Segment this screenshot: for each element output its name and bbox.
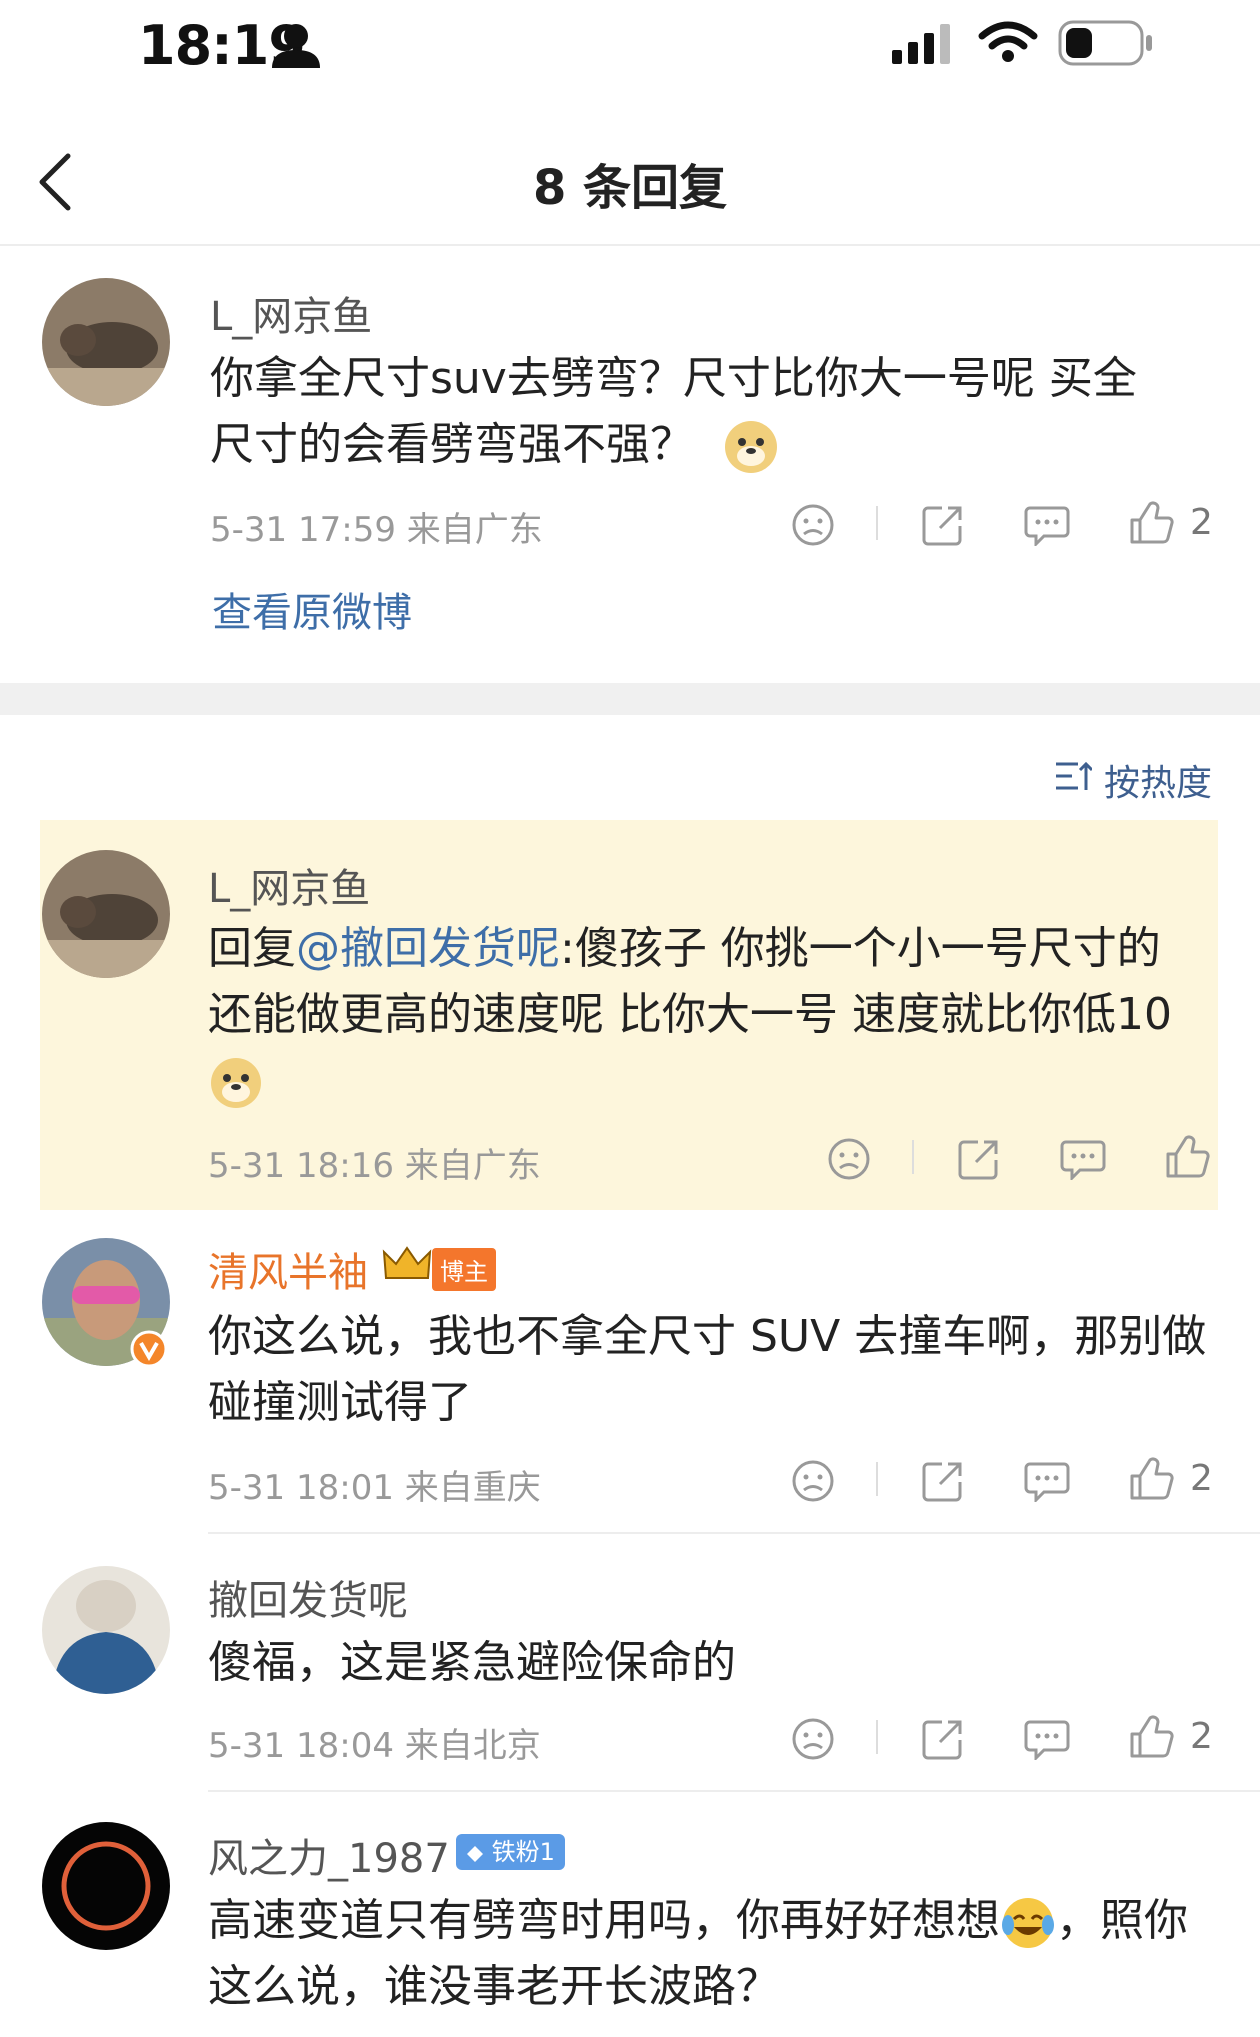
separator bbox=[876, 1720, 878, 1754]
dislike-icon[interactable] bbox=[790, 502, 836, 548]
reply-line: :傻孩子 你挑一个小一号尺寸的 bbox=[560, 923, 1161, 974]
blogger-badge: 博主 bbox=[432, 1248, 496, 1291]
reply-line: 傻福，这是紧急避险保命的 bbox=[208, 1637, 736, 1688]
comment-icon[interactable] bbox=[1024, 1460, 1070, 1502]
doge-emoji bbox=[725, 421, 777, 473]
share-icon[interactable] bbox=[920, 1716, 966, 1762]
comment-icon[interactable] bbox=[1024, 1718, 1070, 1760]
mention-link[interactable]: @撤回发货呢 bbox=[296, 923, 560, 974]
like-icon[interactable] bbox=[1128, 1456, 1174, 1502]
like-count: 2 bbox=[1190, 1458, 1213, 1499]
avatar[interactable] bbox=[42, 1566, 170, 1694]
signal-icon bbox=[892, 24, 950, 64]
reply-line: 还能做更高的速度呢 比你大一号 速度就比你低10 bbox=[208, 989, 1172, 1040]
wifi-icon bbox=[978, 21, 1038, 62]
sort-icon[interactable] bbox=[1054, 760, 1092, 794]
crown-icon bbox=[382, 1246, 432, 1279]
sort-button[interactable]: 按热度 bbox=[1104, 754, 1212, 806]
person-icon bbox=[272, 24, 320, 68]
comment-icon[interactable] bbox=[1060, 1138, 1106, 1180]
username[interactable]: L_网京鱼 bbox=[210, 284, 372, 342]
reply-prefix: 回复 bbox=[208, 923, 296, 974]
separator bbox=[912, 1140, 914, 1174]
comment-icon[interactable] bbox=[1024, 504, 1070, 546]
timestamp: 5-31 18:01 来自重庆 bbox=[208, 1468, 541, 1508]
share-icon[interactable] bbox=[920, 1458, 966, 1504]
doge-emoji bbox=[211, 1058, 261, 1108]
like-count: 2 bbox=[1190, 502, 1213, 543]
section-divider bbox=[0, 683, 1260, 715]
diamond-icon bbox=[467, 1846, 483, 1862]
reply-text: 高速变道只有劈弯时用吗，你再好好想想 ，照你 这么说，谁没事老开长波路？ bbox=[208, 1888, 1238, 2020]
divider bbox=[208, 1532, 1260, 1534]
reply-text: 回复@撤回发货呢:傻孩子 你挑一个小一号尺寸的 还能做更高的速度呢 比你大一号 … bbox=[208, 916, 1208, 1114]
comment-text: 你拿全尺寸suv去劈弯？尺寸比你大一号呢 买全 尺寸的会看劈弯强不强？ bbox=[210, 346, 1210, 478]
share-icon[interactable] bbox=[956, 1136, 1002, 1182]
avatar[interactable] bbox=[42, 850, 170, 978]
like-icon[interactable] bbox=[1164, 1134, 1210, 1180]
timestamp: 5-31 18:04 来自北京 bbox=[208, 1726, 541, 1766]
share-icon[interactable] bbox=[920, 502, 966, 548]
comment-line: 尺寸的会看劈弯强不强？ bbox=[210, 419, 694, 470]
username[interactable]: 清风半袖 bbox=[208, 1240, 368, 1298]
laugh-cry-emoji bbox=[1002, 1898, 1054, 1948]
comment-line: 你拿全尺寸suv去劈弯？尺寸比你大一号呢 买全 bbox=[210, 353, 1137, 404]
username[interactable]: 撤回发货呢 bbox=[208, 1568, 408, 1626]
dislike-icon[interactable] bbox=[790, 1458, 836, 1504]
reply-text: 你这么说，我也不拿全尺寸 SUV 去撞车啊，那别做 碰撞测试得了 bbox=[208, 1304, 1228, 1436]
reply-line: ，照你 bbox=[1056, 1895, 1188, 1946]
reply-line: 你这么说，我也不拿全尺寸 SUV 去撞车啊，那别做 bbox=[208, 1311, 1207, 1362]
verified-icon bbox=[130, 1330, 168, 1368]
divider bbox=[208, 1790, 1260, 1792]
dislike-icon[interactable] bbox=[790, 1716, 836, 1762]
separator bbox=[876, 1462, 878, 1496]
username[interactable]: L_网京鱼 bbox=[208, 856, 370, 914]
dislike-icon[interactable] bbox=[826, 1136, 872, 1182]
battery-icon bbox=[1058, 20, 1152, 66]
username[interactable]: 风之力_1987 bbox=[208, 1826, 450, 1884]
like-icon[interactable] bbox=[1128, 1714, 1174, 1760]
separator bbox=[876, 506, 878, 540]
divider bbox=[0, 244, 1260, 246]
timestamp: 5-31 17:59 来自广东 bbox=[210, 510, 543, 550]
avatar[interactable] bbox=[42, 1822, 170, 1950]
view-original-link[interactable]: 查看原微博 bbox=[212, 580, 412, 638]
reply-line: 碰撞测试得了 bbox=[208, 1377, 472, 1428]
reply-text: 傻福，这是紧急避险保命的 bbox=[208, 1630, 1208, 1696]
reply-line: 这么说，谁没事老开长波路？ bbox=[208, 1961, 780, 2012]
avatar[interactable] bbox=[42, 278, 170, 406]
like-count: 2 bbox=[1190, 1716, 1213, 1757]
timestamp: 5-31 18:16 来自广东 bbox=[208, 1146, 541, 1186]
page-title: 8 条回复 bbox=[532, 160, 728, 216]
like-icon[interactable] bbox=[1128, 500, 1174, 546]
fan-badge: 铁粉1 bbox=[456, 1832, 565, 1870]
reply-line: 高速变道只有劈弯时用吗，你再好好想想 bbox=[208, 1895, 1000, 1946]
